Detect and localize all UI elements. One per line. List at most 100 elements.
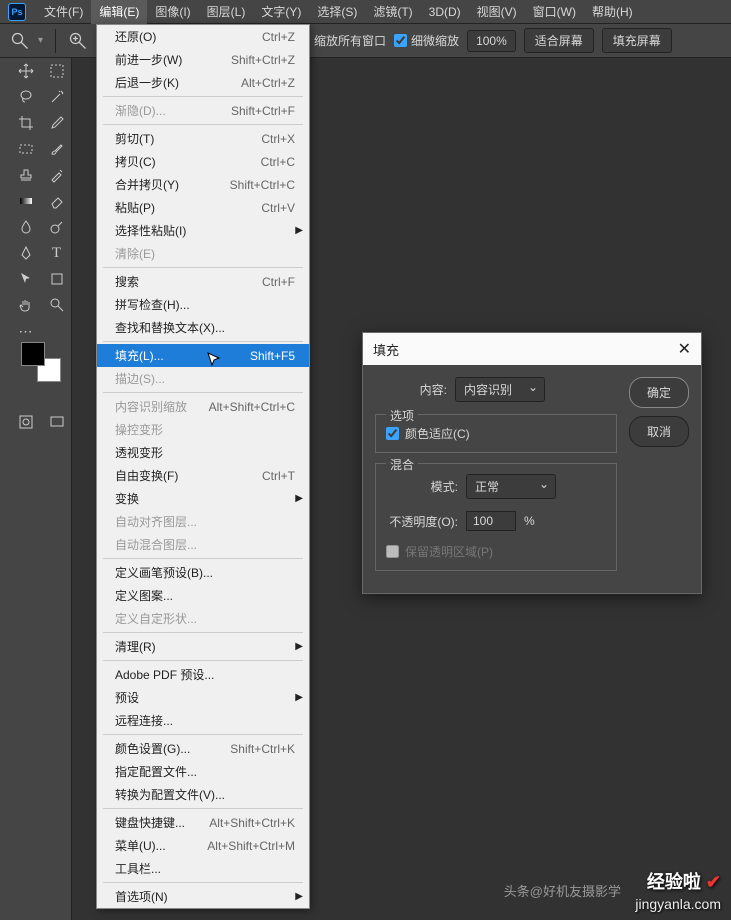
menu-layer[interactable]: 图层(L) [199, 0, 254, 24]
menu-item-13[interactable]: 搜索Ctrl+F [97, 270, 309, 293]
menu-item-23[interactable]: 自由变换(F)Ctrl+T [97, 464, 309, 487]
lasso-tool-icon[interactable] [10, 84, 41, 110]
opacity-input[interactable] [466, 511, 516, 531]
menu-item-35[interactable]: 预设▶ [97, 686, 309, 709]
text-tool-icon[interactable]: T [41, 240, 72, 266]
menu-item-1[interactable]: 前进一步(W) Shift+Ctrl+Z [97, 48, 309, 71]
eraser-tool-icon[interactable] [41, 188, 72, 214]
menu-item-7[interactable]: 拷贝(C)Ctrl+C [97, 150, 309, 173]
menu-item-28[interactable]: 定义画笔预设(B)... [97, 561, 309, 584]
content-select[interactable]: 内容识别 [455, 377, 545, 402]
history-brush-tool-icon[interactable] [41, 162, 72, 188]
close-icon[interactable]: ✕ [678, 339, 691, 359]
menu-window[interactable]: 窗口(W) [525, 0, 584, 24]
menu-select[interactable]: 选择(S) [309, 0, 365, 24]
menu-edit[interactable]: 编辑(E) [91, 0, 147, 24]
menu-separator [103, 341, 303, 342]
menu-item-6[interactable]: 剪切(T)Ctrl+X [97, 127, 309, 150]
pen-tool-icon[interactable] [10, 240, 41, 266]
menu-item-label: 选择性粘贴(I) [115, 222, 186, 239]
path-select-tool-icon[interactable] [10, 266, 41, 292]
stamp-tool-icon[interactable] [10, 162, 41, 188]
menu-item-10[interactable]: 选择性粘贴(I) ▶ [97, 219, 309, 242]
menu-item-43[interactable]: 菜单(U)...Alt+Shift+Ctrl+M [97, 834, 309, 857]
menu-item-34[interactable]: Adobe PDF 预设... [97, 663, 309, 686]
menu-shortcut: Alt+Ctrl+Z [241, 76, 295, 90]
magic-wand-tool-icon[interactable] [41, 84, 72, 110]
tools-panel: T ⋯ [0, 58, 72, 920]
menu-item-label: 颜色设置(G)... [115, 740, 190, 757]
menu-separator [103, 124, 303, 125]
app-logo: Ps [8, 3, 26, 21]
gradient-tool-icon[interactable] [10, 188, 41, 214]
blur-tool-icon[interactable] [10, 214, 41, 240]
dodge-tool-icon[interactable] [41, 214, 72, 240]
menu-item-14[interactable]: 拼写检查(H)... [97, 293, 309, 316]
dialog-titlebar: 填充 ✕ [363, 333, 701, 365]
menu-shortcut: Ctrl+C [261, 155, 295, 169]
menu-3d[interactable]: 3D(D) [421, 1, 469, 23]
menu-shortcut: Shift+Ctrl+Z [231, 53, 295, 67]
menu-item-46[interactable]: 首选项(N)▶ [97, 885, 309, 908]
zoom-tool-preset-icon[interactable] [10, 31, 30, 51]
menu-item-9[interactable]: 粘贴(P)Ctrl+V [97, 196, 309, 219]
zoom-tool-icon[interactable] [41, 292, 72, 318]
menu-image[interactable]: 图像(I) [147, 0, 198, 24]
menu-item-0[interactable]: 还原(O)Ctrl+Z [97, 25, 309, 48]
menu-item-39[interactable]: 指定配置文件... [97, 760, 309, 783]
menu-item-label: 定义画笔预设(B)... [115, 564, 213, 581]
menu-item-38[interactable]: 颜色设置(G)...Shift+Ctrl+K [97, 737, 309, 760]
menu-item-8[interactable]: 合并拷贝(Y)Shift+Ctrl+C [97, 173, 309, 196]
menu-item-42[interactable]: 键盘快捷键...Alt+Shift+Ctrl+K [97, 811, 309, 834]
menu-item-label: 清理(R) [115, 638, 156, 655]
foreground-color[interactable] [21, 342, 45, 366]
marquee-tool-icon[interactable] [41, 58, 72, 84]
blend-legend: 混合 [386, 456, 418, 473]
menu-item-29[interactable]: 定义图案... [97, 584, 309, 607]
frame-tool-icon[interactable] [10, 136, 41, 162]
brush-tool-icon[interactable] [41, 136, 72, 162]
menu-item-32[interactable]: 清理(R)▶ [97, 635, 309, 658]
shape-tool-icon[interactable] [41, 266, 72, 292]
fine-zoom-checkbox[interactable]: 细微缩放 [394, 32, 459, 49]
zoom-in-icon[interactable] [68, 31, 88, 51]
cancel-button[interactable]: 取消 [629, 416, 689, 447]
menu-filter[interactable]: 滤镜(T) [365, 0, 420, 24]
menu-item-label: 指定配置文件... [115, 763, 197, 780]
menu-item-label: 前进一步(W) [115, 51, 182, 68]
menu-separator [103, 267, 303, 268]
menu-item-label: 菜单(U)... [115, 837, 166, 854]
menu-file[interactable]: 文件(F) [36, 0, 91, 24]
dropdown-icon[interactable]: ▾ [38, 35, 43, 46]
menu-item-36[interactable]: 远程连接... [97, 709, 309, 732]
menu-text[interactable]: 文字(Y) [253, 0, 309, 24]
crop-tool-icon[interactable] [10, 110, 41, 136]
menu-item-17[interactable]: 填充(L)...Shift+F5 [97, 344, 309, 367]
fit-screen-button[interactable]: 适合屏幕 [524, 28, 594, 53]
menu-item-2[interactable]: 后退一步(K)Alt+Ctrl+Z [97, 71, 309, 94]
menu-item-label: 清除(E) [115, 245, 155, 262]
menu-view[interactable]: 视图(V) [469, 0, 525, 24]
menu-item-label: 合并拷贝(Y) [115, 176, 179, 193]
mode-select[interactable]: 正常 [466, 474, 556, 499]
menu-item-label: 操控变形 [115, 421, 163, 438]
menu-item-44[interactable]: 工具栏... [97, 857, 309, 880]
menu-item-24[interactable]: 变换▶ [97, 487, 309, 510]
menu-item-22[interactable]: 透视变形 [97, 441, 309, 464]
color-swatches[interactable] [21, 342, 61, 382]
color-adapt-checkbox[interactable]: 颜色适应(C) [386, 425, 606, 442]
quick-mask-icon[interactable] [16, 412, 36, 432]
menu-shortcut: Shift+Ctrl+F [231, 104, 295, 118]
zoom-value[interactable]: 100% [467, 30, 516, 52]
move-tool-icon[interactable] [10, 58, 41, 84]
menu-item-40[interactable]: 转换为配置文件(V)... [97, 783, 309, 806]
menu-help[interactable]: 帮助(H) [584, 0, 641, 24]
eyedropper-tool-icon[interactable] [41, 110, 72, 136]
menu-item-15[interactable]: 查找和替换文本(X)... [97, 316, 309, 339]
submenu-arrow-icon: ▶ [295, 225, 303, 236]
menu-item-label: 首选项(N) [115, 888, 168, 905]
fill-screen-button[interactable]: 填充屏幕 [602, 28, 672, 53]
ok-button[interactable]: 确定 [629, 377, 689, 408]
screen-mode-icon[interactable] [47, 412, 67, 432]
hand-tool-icon[interactable] [10, 292, 41, 318]
